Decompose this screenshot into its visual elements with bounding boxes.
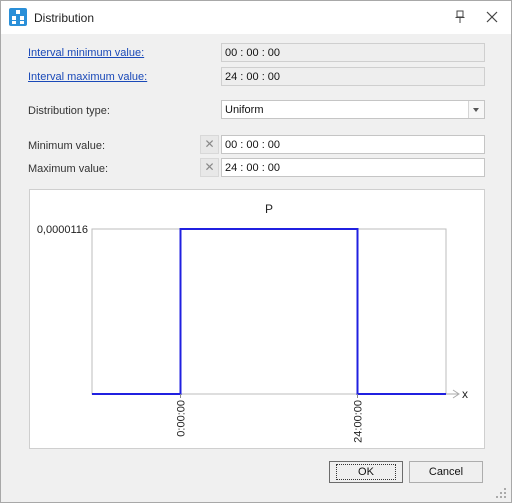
resize-grip-icon[interactable]	[495, 487, 507, 499]
minimum-value-label: Minimum value:	[28, 140, 106, 152]
y-tick-label: 0,0000116	[37, 224, 88, 236]
distribution-type-value: Uniform	[225, 104, 264, 116]
distribution-app-icon	[9, 8, 27, 26]
interval-max-link[interactable]: Interval maximum value:	[28, 71, 147, 83]
x-axis-label: x	[462, 387, 468, 401]
title-bar: Distribution	[1, 1, 511, 34]
interval-min-link[interactable]: Interval minimum value:	[28, 47, 144, 59]
chevron-down-icon[interactable]	[468, 101, 484, 118]
x-tick-group: 0:00:00 24:00:00	[176, 394, 365, 443]
chart-svg: P 0,0000116 x 0:00:00 24:00:00	[37, 202, 468, 443]
distribution-type-label: Distribution type:	[28, 105, 110, 117]
chart-title: P	[265, 202, 273, 216]
maximum-value-input[interactable]: 24 : 00 : 00	[221, 158, 485, 177]
x-tick-label: 24:00:00	[353, 400, 365, 443]
dialog-title: Distribution	[34, 11, 95, 25]
maximum-value-label: Maximum value:	[28, 163, 109, 175]
x-tick-label: 0:00:00	[176, 400, 188, 437]
close-icon[interactable]	[484, 9, 500, 25]
minimum-value-input[interactable]: 00 : 00 : 00	[221, 135, 485, 154]
interval-max-field: 24 : 00 : 00	[221, 67, 485, 86]
ok-button-label: OK	[336, 464, 396, 480]
series-group	[92, 228, 446, 395]
clear-maximum-icon[interactable]: ✕	[200, 158, 219, 177]
distribution-dialog: Distribution Interval minimum value: 00 …	[0, 0, 512, 503]
clear-minimum-icon[interactable]: ✕	[200, 135, 219, 154]
plot-area-frame	[91, 228, 447, 395]
interval-min-field: 00 : 00 : 00	[221, 43, 485, 62]
uniform-distribution-line	[92, 228, 446, 395]
pin-icon[interactable]	[453, 10, 467, 24]
ok-button[interactable]: OK	[329, 461, 403, 483]
distribution-chart: P 0,0000116 x 0:00:00 24:00:00	[29, 189, 485, 449]
cancel-button[interactable]: Cancel	[409, 461, 483, 483]
distribution-type-select[interactable]: Uniform	[221, 100, 485, 119]
